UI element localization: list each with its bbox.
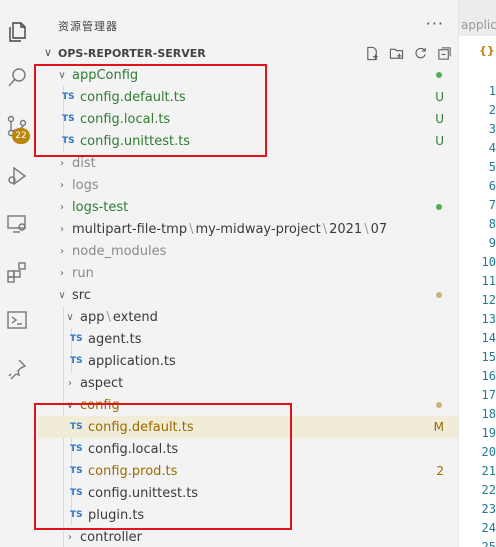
highlight-box-config	[34, 403, 292, 530]
untracked-dot	[436, 204, 442, 210]
line-number: 2	[488, 103, 496, 117]
tab-strip: applica	[459, 0, 496, 36]
chevron-right-icon: ›	[60, 179, 64, 191]
line-number: 16	[481, 369, 496, 383]
file-label: agent.ts	[88, 331, 142, 347]
line-number: 23	[481, 502, 496, 516]
folder-label: aspect	[80, 375, 124, 391]
tree-file[interactable]: TS application.ts	[38, 350, 458, 372]
chevron-right-icon: ›	[60, 223, 64, 235]
tree-folder-aspect[interactable]: › aspect	[38, 372, 458, 394]
compact-path: multipart-file-tmp \ my-midway-project \ 202…	[72, 221, 388, 237]
folder-label: src	[72, 287, 91, 303]
tree-folder-node-modules[interactable]: › node_modules	[38, 240, 458, 262]
explorer-icon[interactable]	[0, 12, 34, 52]
modified-dot	[436, 292, 442, 298]
tree-folder-src[interactable]: ∨ src	[38, 284, 458, 306]
compact-path: app \ extend	[80, 309, 158, 325]
path-segment: 2021	[329, 221, 363, 237]
line-number: 3	[488, 122, 496, 136]
extensions-icon[interactable]	[0, 252, 34, 292]
untracked-dot	[436, 72, 442, 78]
path-segment: multipart-file-tmp	[72, 221, 188, 237]
source-control-badge: 22	[12, 128, 30, 144]
editor-tab[interactable]: applica	[461, 18, 496, 32]
path-segment: extend	[112, 309, 158, 325]
line-number: 22	[481, 483, 496, 497]
tree-folder-logs[interactable]: › logs	[38, 174, 458, 196]
problem-count: 2	[436, 464, 444, 478]
line-number: 24	[481, 521, 496, 535]
explorer-title: 资源管理器	[58, 20, 118, 33]
folder-label: dist	[72, 155, 96, 171]
activity-bar: 22	[0, 0, 34, 547]
chevron-right-icon: ›	[60, 201, 64, 213]
chevron-down-icon: ∨	[58, 289, 66, 301]
line-number: 25	[481, 540, 496, 547]
line-number: 11	[481, 274, 496, 288]
refresh-icon[interactable]	[412, 45, 428, 61]
line-number: 13	[481, 312, 496, 326]
more-actions-button[interactable]: ···	[426, 14, 444, 33]
file-label: application.ts	[88, 353, 176, 369]
chevron-down-icon: ∨	[66, 311, 74, 323]
tree-folder-logs-test[interactable]: › logs-test	[38, 196, 458, 218]
chevron-right-icon: ›	[60, 157, 64, 169]
folder-label: logs	[72, 177, 99, 193]
path-segment: my-midway-project	[195, 221, 321, 237]
chevron-right-icon: ›	[68, 531, 72, 543]
new-folder-icon[interactable]	[388, 45, 404, 61]
line-number: 21	[481, 464, 496, 478]
line-number: 4	[488, 141, 496, 155]
typescript-icon: TS	[70, 356, 83, 366]
pin-icon[interactable]	[0, 348, 34, 388]
line-number: 18	[481, 407, 496, 421]
line-number: 6	[488, 179, 496, 193]
folder-label: logs-test	[72, 199, 129, 215]
line-number: 17	[481, 388, 496, 402]
line-number: 10	[481, 255, 496, 269]
collapse-all-icon[interactable]	[436, 45, 452, 61]
folder-label: node_modules	[72, 243, 167, 259]
run-debug-icon[interactable]	[0, 156, 34, 196]
tree-folder-app-extend[interactable]: ∨ app \ extend	[38, 306, 458, 328]
line-number: 8	[488, 217, 496, 231]
line-number: 12	[481, 293, 496, 307]
workspace-section-header[interactable]: ∨ OPS-REPORTER-SERVER	[38, 44, 458, 64]
chevron-down-icon: ∨	[44, 46, 53, 59]
tree-file[interactable]: TS agent.ts	[38, 328, 458, 350]
section-actions	[364, 45, 452, 61]
search-icon[interactable]	[0, 58, 34, 98]
chevron-right-icon: ›	[60, 245, 64, 257]
git-status: M	[433, 420, 444, 434]
terminal-icon[interactable]	[0, 300, 34, 340]
chevron-right-icon: ›	[60, 267, 64, 279]
path-segment: app	[80, 309, 105, 325]
path-segment: 07	[370, 221, 388, 237]
git-status: U	[435, 134, 444, 148]
highlight-box-appconfig	[34, 64, 267, 157]
tree-folder-run[interactable]: › run	[38, 262, 458, 284]
editor-area: applica {} 12345678910111213141516171819…	[458, 0, 496, 547]
line-number: 7	[488, 198, 496, 212]
folder-label: controller	[80, 529, 143, 545]
git-status: U	[435, 112, 444, 126]
chevron-right-icon: ›	[68, 377, 72, 389]
new-file-icon[interactable]	[364, 45, 380, 61]
tree-folder-multipart[interactable]: › multipart-file-tmp \ my-midway-project \ 2…	[38, 218, 458, 240]
line-number: 20	[481, 445, 496, 459]
line-number: 5	[488, 160, 496, 174]
remote-explorer-icon[interactable]	[0, 204, 34, 244]
line-number: 9	[488, 236, 496, 250]
workspace-title: OPS-REPORTER-SERVER	[58, 47, 206, 60]
git-status: U	[435, 90, 444, 104]
line-number: 19	[481, 426, 496, 440]
line-number: 14	[481, 331, 496, 345]
modified-dot	[436, 402, 442, 408]
line-number: 1	[488, 84, 496, 98]
json-icon: {}	[479, 44, 495, 57]
folder-label: run	[72, 265, 94, 281]
line-number: 15	[481, 350, 496, 364]
typescript-icon: TS	[70, 334, 83, 344]
